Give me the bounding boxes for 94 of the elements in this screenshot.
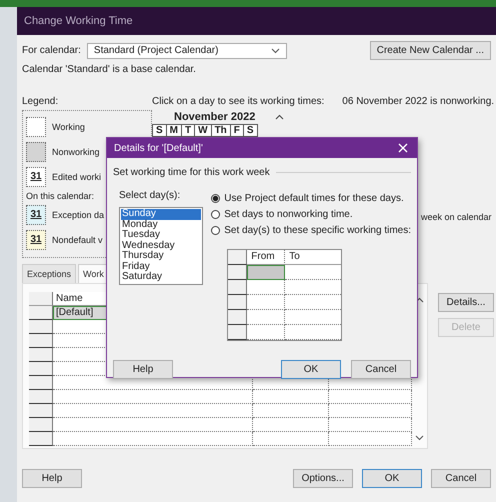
- table-cell[interactable]: [53, 432, 253, 446]
- row-header[interactable]: [29, 418, 53, 432]
- dialog-button[interactable]: Help: [113, 360, 173, 379]
- table-cell[interactable]: [53, 404, 253, 418]
- legend-swatch: 31: [26, 166, 46, 186]
- base-calendar-note: Calendar 'Standard' is a base calendar.: [22, 64, 197, 75]
- row-header[interactable]: [29, 362, 53, 376]
- column-header: To: [285, 250, 342, 265]
- legend-swatch: 31: [26, 204, 46, 224]
- row-header[interactable]: [228, 295, 248, 310]
- row-header: [228, 250, 248, 265]
- table-cell[interactable]: [253, 418, 329, 432]
- calendar-prompt: Click on a day to see its working times:: [152, 96, 324, 107]
- legend-label: Edited worki: [52, 172, 102, 182]
- legend-title: Legend:: [22, 96, 60, 107]
- legend-swatch: 31: [26, 230, 46, 250]
- legend-swatch: [26, 116, 46, 136]
- row-header[interactable]: [29, 306, 53, 320]
- legend-swatch: [26, 142, 46, 162]
- dialog-button[interactable]: OK: [281, 360, 341, 379]
- weekday-header: W: [195, 124, 212, 137]
- weekday-header: T: [182, 124, 196, 137]
- calendar-dropdown[interactable]: Standard (Project Calendar): [86, 42, 287, 58]
- row-header[interactable]: [29, 390, 53, 404]
- table-cell[interactable]: [329, 432, 412, 446]
- month-title: November 2022: [174, 111, 256, 123]
- footer-button[interactable]: OK: [362, 469, 422, 488]
- radio-button[interactable]: [211, 226, 220, 234]
- radio-button[interactable]: [211, 210, 220, 218]
- side-button[interactable]: Details...: [438, 293, 494, 312]
- dialog-button[interactable]: Cancel: [351, 360, 411, 379]
- row-header: [29, 292, 53, 306]
- row-header[interactable]: [29, 432, 53, 446]
- chevron-up-icon[interactable]: [275, 114, 284, 120]
- day-item[interactable]: Saturday: [121, 272, 201, 282]
- help-button[interactable]: Help: [22, 469, 82, 488]
- legend-label: Nondefault v: [52, 234, 103, 244]
- legend-section: On this calendar:: [26, 191, 94, 201]
- day-item[interactable]: Friday: [121, 262, 201, 272]
- section-title: Set working time for this work week: [113, 167, 270, 178]
- select-days-label: Select day(s):: [119, 190, 182, 201]
- row-header[interactable]: [228, 310, 248, 325]
- weekday-header: S: [152, 124, 167, 137]
- table-cell[interactable]: [329, 390, 412, 404]
- weekday-header: M: [166, 124, 182, 137]
- row-header[interactable]: [228, 325, 248, 340]
- row-header[interactable]: [29, 320, 53, 334]
- row-header[interactable]: [29, 348, 53, 362]
- day-list[interactable]: Sunday Monday Tuesday Wednesday Thursday Friday Saturday: [119, 207, 203, 284]
- window-title: Change Working Time: [24, 15, 133, 27]
- close-icon[interactable]: [398, 143, 408, 153]
- table-cell[interactable]: [253, 390, 329, 404]
- weekday-header: Th: [212, 124, 231, 137]
- table-cell[interactable]: [253, 432, 329, 446]
- radio-button[interactable]: [211, 194, 220, 202]
- dialog-title: Details for '[Default]': [114, 142, 203, 154]
- option-label: Set day(s) to these specific working times:: [224, 224, 411, 236]
- legend-label: Nonworking: [52, 146, 100, 156]
- chevron-down-icon: [270, 48, 280, 54]
- option-label: Set days to nonworking time.: [224, 208, 353, 220]
- table-cell[interactable]: [247, 280, 286, 295]
- weekday-header: F: [230, 124, 244, 137]
- option-label: Use Project default times for these days.: [224, 192, 404, 204]
- row-header[interactable]: [228, 265, 248, 280]
- table-cell[interactable]: [253, 404, 329, 418]
- table-cell[interactable]: [329, 418, 412, 432]
- calendar-label: For calendar:: [22, 45, 81, 56]
- row-header[interactable]: [29, 334, 53, 348]
- day-item[interactable]: Wednesday: [121, 240, 201, 251]
- tab[interactable]: Work: [78, 264, 109, 283]
- day-item[interactable]: Thursday: [121, 251, 201, 262]
- create-calendar-button[interactable]: Create New Calendar ...: [370, 41, 491, 60]
- legend-label: Exception da: [52, 210, 104, 220]
- scroll-down-icon[interactable]: [415, 435, 424, 441]
- table-cell[interactable]: [329, 404, 412, 418]
- row-header[interactable]: [29, 376, 53, 390]
- footer-button[interactable]: Cancel: [431, 469, 491, 488]
- work-week-note: week on calendar: [421, 212, 492, 222]
- row-header[interactable]: [29, 404, 53, 418]
- table-cell[interactable]: [53, 418, 253, 432]
- table-cell[interactable]: [247, 325, 286, 340]
- day-status: 06 November 2022 is nonworking.: [342, 96, 494, 107]
- tab[interactable]: Exceptions: [22, 264, 76, 283]
- row-header[interactable]: [228, 280, 248, 295]
- table-cell[interactable]: [247, 295, 286, 310]
- table-cell[interactable]: [247, 265, 286, 280]
- weekday-header: S: [244, 124, 258, 137]
- footer-button[interactable]: Options...: [293, 469, 353, 488]
- table-cell[interactable]: [53, 390, 253, 404]
- day-item[interactable]: Tuesday: [121, 230, 201, 240]
- table-cell[interactable]: [247, 310, 286, 325]
- day-item[interactable]: Sunday: [121, 209, 201, 220]
- legend-label: Working: [52, 122, 85, 132]
- day-item[interactable]: Monday: [121, 220, 201, 230]
